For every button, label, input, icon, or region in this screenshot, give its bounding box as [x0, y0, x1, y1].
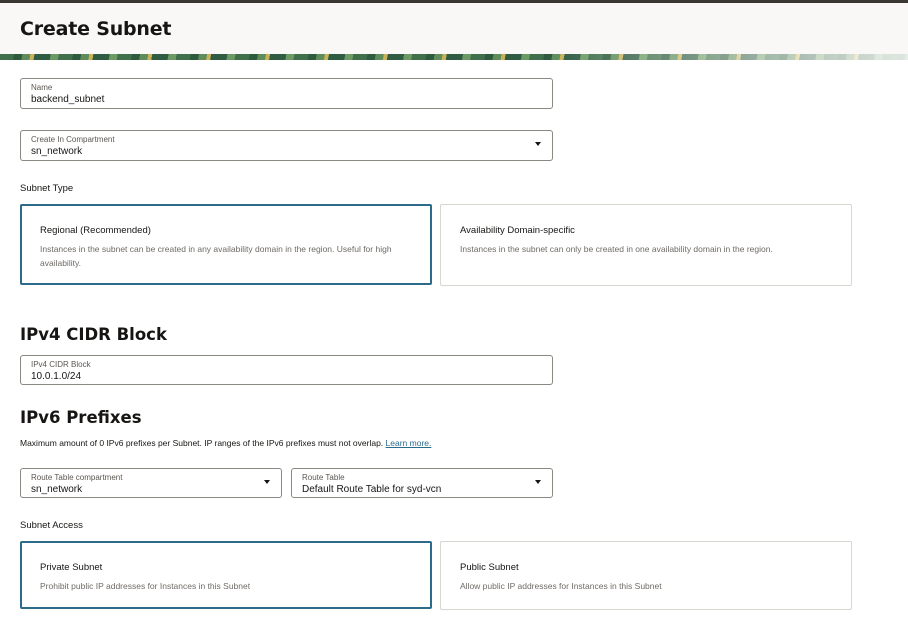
chevron-down-icon	[535, 142, 541, 146]
subnet-type-ad-specific-card[interactable]: Availability Domain-specific Instances i…	[440, 204, 852, 286]
ipv4-cidr-field[interactable]: IPv4 CIDR Block 10.0.1.0/24	[20, 355, 553, 385]
route-table-value: Default Route Table for syd-vcn	[302, 484, 442, 495]
ipv4-heading: IPv4 CIDR Block	[20, 325, 167, 344]
subnet-type-label: Subnet Type	[20, 183, 74, 194]
subnet-access-private-card[interactable]: Private Subnet Prohibit public IP addres…	[20, 541, 432, 609]
route-table-compartment-label: Route Table compartment	[31, 473, 123, 482]
subnet-type-regional-card[interactable]: Regional (Recommended) Instances in the …	[20, 204, 432, 285]
learn-more-link[interactable]: Learn more.	[386, 438, 432, 448]
card-description: Instances in the subnet can only be crea…	[460, 244, 773, 254]
name-field-label: Name	[31, 83, 53, 92]
page-header: Create Subnet	[0, 3, 908, 55]
page-title: Create Subnet	[20, 18, 172, 40]
card-description: Prohibit public IP addresses for Instanc…	[40, 581, 251, 591]
ipv6-note-text: Maximum amount of 0 IPv6 prefixes per Su…	[20, 438, 384, 448]
decorative-banner-fade	[0, 54, 908, 60]
compartment-select-label: Create In Compartment	[31, 135, 115, 144]
name-field[interactable]: Name backend_subnet	[20, 78, 553, 109]
chevron-down-icon	[264, 480, 270, 484]
card-title: Availability Domain-specific	[460, 225, 575, 236]
ipv6-heading: IPv6 Prefixes	[20, 408, 142, 427]
ipv4-cidr-field-label: IPv4 CIDR Block	[31, 360, 91, 369]
compartment-select[interactable]: Create In Compartment sn_network	[20, 130, 553, 161]
card-title: Regional (Recommended)	[40, 225, 151, 236]
route-table-select[interactable]: Route Table Default Route Table for syd-…	[291, 468, 553, 498]
route-table-compartment-select[interactable]: Route Table compartment sn_network	[20, 468, 282, 498]
card-description: Instances in the subnet can be created i…	[40, 244, 392, 268]
ipv6-note: Maximum amount of 0 IPv6 prefixes per Su…	[20, 438, 431, 448]
route-table-compartment-value: sn_network	[31, 484, 83, 495]
name-field-value: backend_subnet	[31, 94, 105, 105]
chevron-down-icon	[535, 480, 541, 484]
subnet-access-label: Subnet Access	[20, 520, 83, 531]
compartment-select-value: sn_network	[31, 146, 83, 157]
card-title: Private Subnet	[40, 562, 103, 573]
card-title: Public Subnet	[460, 562, 519, 573]
route-table-label: Route Table	[302, 473, 345, 482]
subnet-access-public-card[interactable]: Public Subnet Allow public IP addresses …	[440, 541, 852, 610]
ipv4-cidr-field-value: 10.0.1.0/24	[31, 371, 82, 382]
card-description: Allow public IP addresses for Instances …	[460, 581, 662, 591]
